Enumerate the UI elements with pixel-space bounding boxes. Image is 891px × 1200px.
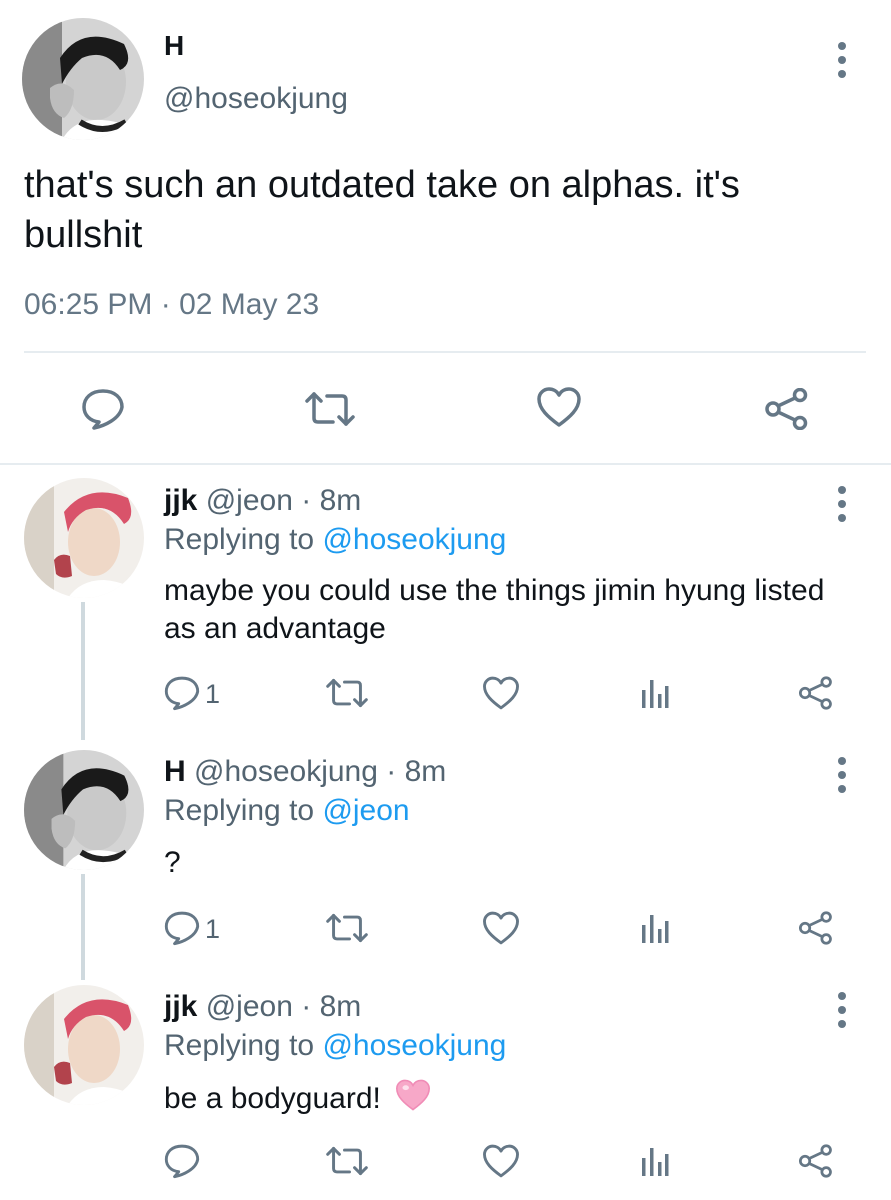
- main-tweet-text: that's such an outdated take on alphas. …: [24, 164, 740, 256]
- reply-count: 1: [205, 679, 221, 709]
- reply-text: ?: [164, 846, 181, 879]
- replying-to-line: Replying to @hoseokjung: [164, 523, 506, 557]
- main-author-name[interactable]: H: [164, 30, 184, 62]
- replying-to-line: Replying to @jeon: [164, 794, 410, 828]
- reply-avatar[interactable]: [24, 750, 144, 870]
- more-options-icon[interactable]: [830, 757, 854, 793]
- reply-author-name[interactable]: jjk: [164, 484, 197, 517]
- reply-text-content: be a bodyguard!: [164, 1081, 381, 1115]
- retweet-icon[interactable]: [326, 677, 368, 709]
- reply-header: H @hoseokjung · 8m: [164, 755, 447, 788]
- analytics-icon[interactable]: [640, 676, 670, 710]
- retweet-icon[interactable]: [326, 1145, 368, 1177]
- retweet-icon[interactable]: [305, 390, 355, 428]
- like-icon[interactable]: [482, 1143, 520, 1179]
- like-icon[interactable]: [536, 386, 582, 428]
- reply-text: maybe you could use the things jimin hyu…: [164, 574, 825, 645]
- retweet-icon[interactable]: [326, 912, 368, 944]
- reply-author-name[interactable]: H: [164, 755, 186, 788]
- reply-avatar[interactable]: [24, 985, 144, 1105]
- section-divider: [0, 463, 891, 465]
- like-icon[interactable]: [482, 675, 520, 711]
- replying-to-mention[interactable]: @hoseokjung: [322, 523, 506, 556]
- reply-icon[interactable]: [163, 1143, 201, 1179]
- analytics-icon[interactable]: [640, 1144, 670, 1178]
- more-options-icon[interactable]: [830, 486, 854, 522]
- reply-text: be a bodyguard!: [164, 1078, 864, 1122]
- reply-time: 8m: [404, 755, 447, 788]
- analytics-icon[interactable]: [640, 911, 670, 945]
- reply-icon[interactable]: [80, 388, 126, 430]
- main-avatar[interactable]: [22, 18, 144, 140]
- reply-author-handle[interactable]: @jeon: [206, 484, 293, 517]
- more-options-icon[interactable]: [830, 992, 854, 1028]
- like-icon[interactable]: [482, 910, 520, 946]
- main-tweet-timestamp: 06:25 PM · 02 May 23: [24, 288, 320, 321]
- reply-count: 1: [205, 914, 221, 944]
- main-author-handle[interactable]: @hoseokjung: [164, 82, 348, 116]
- divider: [24, 351, 866, 353]
- reply-time: 8m: [319, 484, 362, 517]
- replying-to-mention[interactable]: @hoseokjung: [322, 1029, 506, 1062]
- replying-to-label: Replying to: [164, 523, 315, 556]
- replying-to-label: Replying to: [164, 794, 315, 827]
- reply-time: 8m: [319, 990, 362, 1023]
- more-options-icon[interactable]: [830, 42, 854, 78]
- replying-to-line: Replying to @hoseokjung: [164, 1029, 506, 1063]
- share-icon[interactable]: [798, 1144, 834, 1178]
- reply-header: jjk @jeon · 8m: [164, 484, 362, 517]
- replying-to-mention[interactable]: @jeon: [322, 794, 409, 827]
- reply-header: jjk @jeon · 8m: [164, 990, 362, 1023]
- reply-icon[interactable]: [163, 675, 201, 711]
- pink-heart-emoji: [393, 1078, 433, 1122]
- reply-avatar[interactable]: [24, 478, 144, 598]
- share-icon[interactable]: [798, 676, 834, 710]
- reply-icon[interactable]: [163, 910, 201, 946]
- reply-author-handle[interactable]: @hoseokjung: [194, 755, 378, 788]
- thread-line: [81, 602, 85, 740]
- reply-author-handle[interactable]: @jeon: [206, 990, 293, 1023]
- reply-author-name[interactable]: jjk: [164, 990, 197, 1023]
- tweet-thread-page: H @hoseokjung that's such an outdated ta…: [0, 0, 891, 1200]
- share-icon[interactable]: [764, 388, 810, 430]
- thread-line: [81, 874, 85, 980]
- share-icon[interactable]: [798, 911, 834, 945]
- replying-to-label: Replying to: [164, 1029, 315, 1062]
